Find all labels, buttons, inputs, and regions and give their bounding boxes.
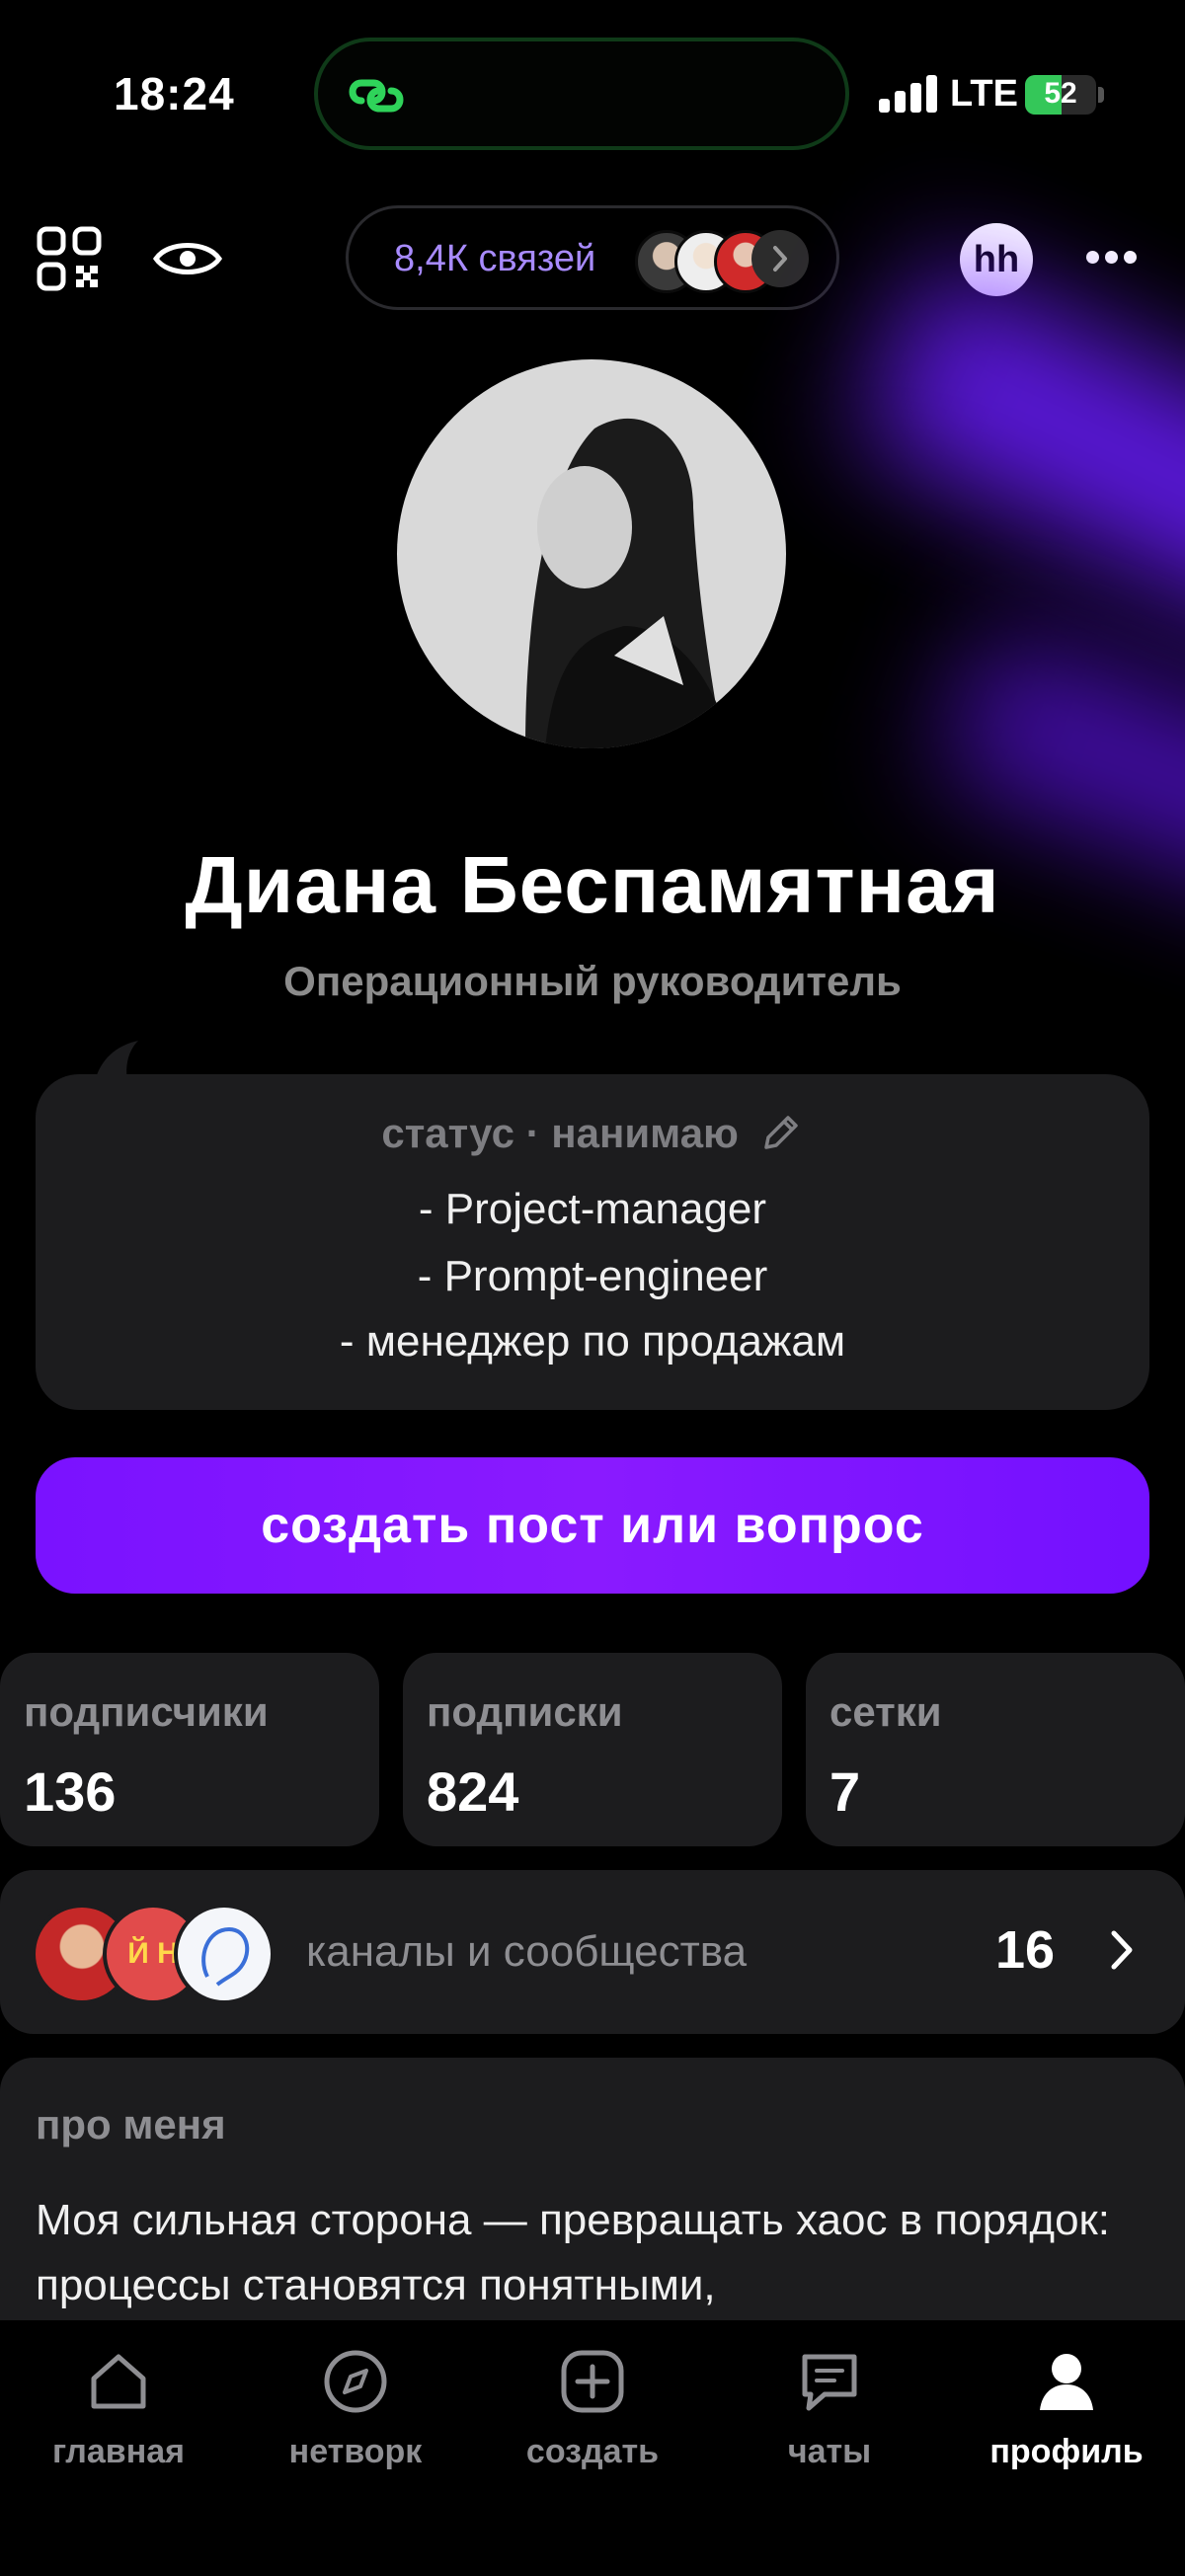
channels-row[interactable]: Й Н каналы и сообщества 16 [0,1870,1185,2034]
status-line: - Prompt-engineer [417,1252,768,1300]
profile-avatar[interactable] [397,359,786,748]
status-line: - Project-manager [418,1185,767,1233]
dynamic-island[interactable] [314,38,849,150]
tab-home[interactable]: главная [20,2342,217,2471]
status-card[interactable]: статус · нанимаю - Project-manager - Pro… [36,1074,1149,1410]
network-type: LTE [950,73,1018,115]
battery-percent: 52 [1044,77,1077,110]
followers-card[interactable]: подписчики 136 [0,1653,379,1846]
view-profile-button[interactable] [148,219,227,298]
grids-label: сетки [830,1688,942,1735]
chat-icon [802,2354,857,2411]
about-text: Моя сильная сторона — превращать хаос в … [36,2196,1111,2309]
grids-card[interactable]: сетки 7 [806,1653,1185,1846]
qr-code-icon [37,226,102,291]
tab-profile-label: профиль [989,2433,1144,2470]
battery-nub [1098,87,1104,103]
following-count: 824 [427,1760,519,1823]
tab-profile[interactable]: профиль [968,2342,1165,2471]
qr-code-button[interactable] [30,219,109,298]
channel-avatar [174,1904,275,2004]
tab-network-label: нетворк [288,2433,423,2470]
tab-chats[interactable]: чаты [731,2342,928,2471]
profile-role: Операционный руководитель [283,958,902,1004]
svg-text:Й Н: Й Н [127,1936,179,1970]
about-header: про меня [36,2101,226,2147]
tab-network[interactable]: нетворк [257,2342,454,2471]
link-app-icon [349,79,404,113]
following-label: подписки [427,1688,623,1735]
chevron-right-icon [751,230,809,287]
connections-button[interactable]: 8,4К связей [346,205,839,310]
channels-count: 16 [995,1920,1056,1980]
eye-icon [152,243,223,274]
status-line: - менеджер по продажам [339,1317,846,1366]
signal-icon [879,71,938,113]
status-header: статус · нанимаю [36,1110,1149,1157]
more-options-icon[interactable] [1086,251,1138,265]
tab-bar: главная нетворк создать чаты профиль [0,2320,1185,2576]
grids-count: 7 [830,1760,861,1823]
channels-label: каналы и сообщества [306,1927,748,1976]
status-time: 18:24 [114,68,235,119]
plus-square-icon [561,2350,624,2413]
tab-create-label: создать [525,2433,660,2470]
tab-create[interactable]: создать [494,2342,691,2471]
pencil-icon[interactable] [758,1110,804,1155]
create-post-button[interactable]: создать пост или вопрос [36,1457,1149,1594]
connections-label: 8,4К связей [394,238,596,279]
battery-icon: 52 [1025,75,1096,115]
profile-photo [397,359,786,748]
profile-name: Диана Беспамятная [185,840,1000,930]
followers-label: подписчики [24,1688,269,1735]
followers-count: 136 [24,1760,117,1823]
tab-home-label: главная [51,2433,185,2470]
tab-chats-label: чаты [787,2433,872,2470]
chevron-right-icon [1111,1930,1133,1970]
profile-icon [1040,2354,1093,2410]
status-header-text: статус · нанимаю [381,1110,739,1156]
following-card[interactable]: подписки 824 [403,1653,782,1846]
background-glow [851,256,1185,653]
home-icon [91,2354,146,2409]
compass-icon [324,2350,387,2413]
